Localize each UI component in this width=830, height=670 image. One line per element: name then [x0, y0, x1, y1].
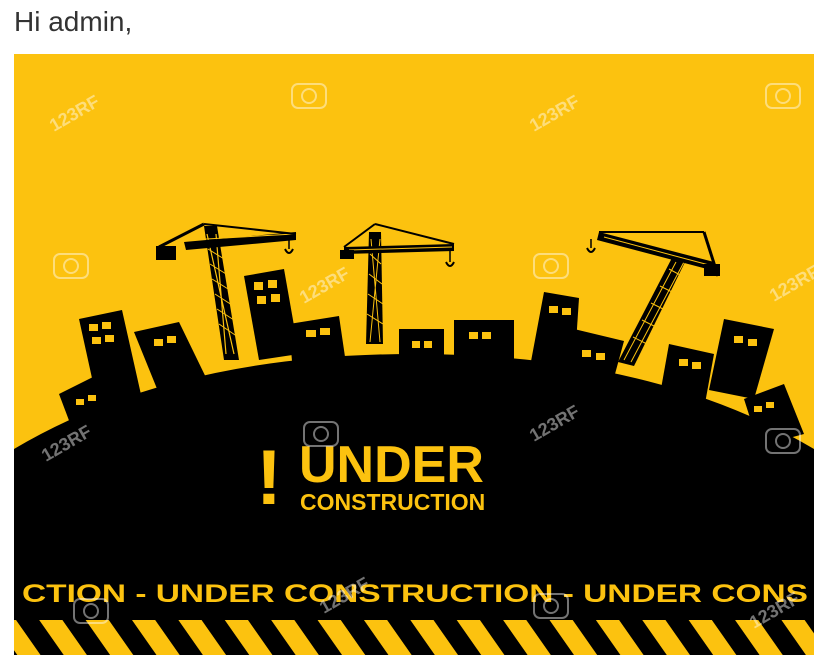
headline-exclamation: ! — [256, 433, 282, 521]
under-construction-banner-image: ! UNDER CONSTRUCTION CTION - UNDER CONST… — [14, 54, 814, 655]
headline-construction: CONSTRUCTION — [300, 489, 485, 515]
hazard-stripe-band — [14, 620, 814, 655]
greeting-text: Hi admin, — [14, 6, 133, 37]
banner-illustration: ! UNDER CONSTRUCTION CTION - UNDER CONST… — [14, 54, 814, 655]
ticker-text: CTION - UNDER CONSTRUCTION - UNDER CONS — [22, 580, 808, 608]
headline-under: UNDER — [299, 436, 484, 494]
